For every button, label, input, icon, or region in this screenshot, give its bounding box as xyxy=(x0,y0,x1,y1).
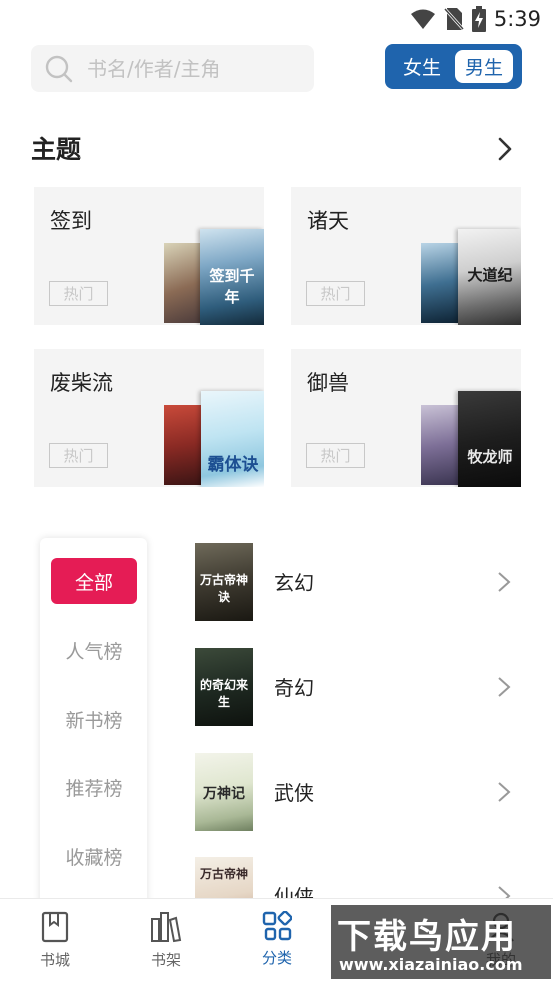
book-cover-front: 签到千年 xyxy=(200,229,264,325)
hot-tag: 热门 xyxy=(306,443,365,468)
watermark-url-text: www.xiazainiao.com xyxy=(339,955,523,974)
nav-label: 书城 xyxy=(39,951,70,969)
category-item-qihuan[interactable]: 的奇幻来生 奇幻 xyxy=(195,648,525,726)
category-name: 武侠 xyxy=(274,781,314,805)
category-cover-title: 万古帝神诀 xyxy=(199,573,248,604)
search-icon xyxy=(45,55,73,82)
theme-card-qiandao[interactable]: 签到 热门 签到千年 xyxy=(34,187,264,325)
hot-tag: 热门 xyxy=(306,281,365,306)
category-item-wuxia[interactable]: 万神记 武侠 xyxy=(195,753,525,831)
book-cover-back xyxy=(164,405,204,485)
nav-tab-bookshelf[interactable]: 书架 xyxy=(131,911,201,970)
bookmark-book-icon xyxy=(41,911,69,943)
nav-tab-bookstore[interactable]: 书城 xyxy=(20,911,90,970)
category-name: 奇幻 xyxy=(274,676,314,700)
category-cover: 万古帝神诀 xyxy=(195,543,253,621)
category-cover-title: 的奇幻来生 xyxy=(199,678,248,709)
chevron-right-icon xyxy=(498,677,511,697)
section-title-theme: 主题 xyxy=(31,135,82,164)
status-time: 5:39 xyxy=(493,7,541,31)
search-input[interactable] xyxy=(87,56,297,81)
gender-male-option[interactable]: 男生 xyxy=(455,50,513,83)
theme-card-name: 签到 xyxy=(50,209,92,233)
rank-filter-recommend[interactable]: 推荐榜 xyxy=(51,764,137,810)
rank-filter-new[interactable]: 新书榜 xyxy=(51,696,137,742)
wifi-icon xyxy=(410,9,435,29)
theme-card-name: 御兽 xyxy=(307,371,349,395)
book-cover-front: 霸体诀 xyxy=(201,391,264,487)
book-cover-front: 牧龙师 xyxy=(458,391,521,487)
hot-tag: 热门 xyxy=(49,281,108,306)
book-cover-title: 签到千年 xyxy=(209,267,255,306)
chevron-right-icon xyxy=(498,572,511,592)
book-cover-back xyxy=(421,243,461,323)
category-cover: 万神记 xyxy=(195,753,253,831)
category-item-xuanhuan[interactable]: 万古帝神诀 玄幻 xyxy=(195,543,525,621)
theme-card-yushou[interactable]: 御兽 热门 牧龙师 xyxy=(291,349,521,487)
status-icons: 5:39 xyxy=(410,6,541,32)
no-sim-icon xyxy=(443,7,464,31)
book-cover-back xyxy=(164,243,204,323)
rank-filter-all[interactable]: 全部 xyxy=(51,558,137,604)
rank-filter-panel: 全部 人气榜 新书榜 推荐榜 收藏榜 xyxy=(40,538,147,918)
bookshelf-icon xyxy=(151,912,182,943)
search-bar[interactable] xyxy=(31,45,314,92)
status-bar: 5:39 xyxy=(0,0,553,38)
theme-card-feichailiu[interactable]: 废柴流 热门 霸体诀 xyxy=(34,349,264,487)
battery-charging-icon xyxy=(471,6,486,32)
chevron-right-icon xyxy=(498,782,511,802)
nav-tab-category[interactable]: 分类 xyxy=(242,911,312,968)
theme-card-zhutian[interactable]: 诸天 热门 大道纪 xyxy=(291,187,521,325)
gender-female-option[interactable]: 女生 xyxy=(389,53,455,80)
category-cover-title: 万神记 xyxy=(203,786,245,802)
book-cover-title: 霸体诀 xyxy=(207,455,259,475)
category-name: 玄幻 xyxy=(274,571,314,595)
book-cover-back xyxy=(421,405,461,485)
theme-card-name: 废柴流 xyxy=(50,371,113,395)
nav-label: 分类 xyxy=(261,949,292,967)
theme-card-name: 诸天 xyxy=(307,209,349,233)
nav-label: 书架 xyxy=(150,951,181,969)
book-cover-title: 牧龙师 xyxy=(467,448,513,466)
category-cover: 的奇幻来生 xyxy=(195,648,253,726)
hot-tag: 热门 xyxy=(49,443,108,468)
rank-filter-popular[interactable]: 人气榜 xyxy=(51,627,137,673)
watermark: 下载鸟应用 www.xiazainiao.com xyxy=(331,905,551,979)
gender-toggle[interactable]: 女生 男生 xyxy=(385,44,522,89)
rank-filter-favorite[interactable]: 收藏榜 xyxy=(51,833,137,879)
chevron-right-icon[interactable] xyxy=(492,136,516,162)
book-cover-front: 大道纪 xyxy=(458,229,521,325)
category-cover-title: 万古帝神 xyxy=(199,867,248,881)
book-cover-title: 大道纪 xyxy=(467,266,513,284)
watermark-main-text: 下载鸟应用 xyxy=(337,917,517,957)
category-grid-icon xyxy=(262,911,292,941)
